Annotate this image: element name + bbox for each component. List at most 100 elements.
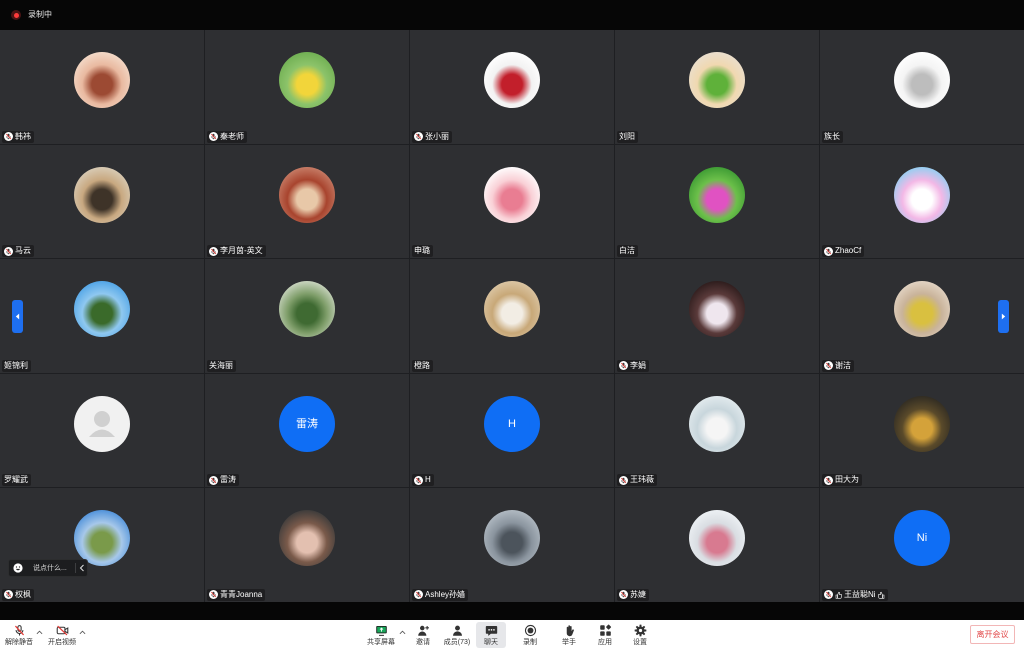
video-options-button[interactable]	[79, 630, 86, 635]
participant-name-label: Ashley孙嫱	[412, 588, 469, 601]
recording-indicator-icon	[11, 10, 21, 20]
participant-avatar	[689, 395, 745, 452]
thumbs-up-icon	[877, 591, 885, 599]
participant-tile[interactable]: 申璐	[410, 144, 614, 259]
raise-hand-button[interactable]: 举手	[552, 621, 586, 648]
participant-tile[interactable]: ZhaoCf	[820, 144, 1024, 259]
participant-tile[interactable]: 王玮薇	[615, 373, 819, 488]
participant-tile[interactable]: Ashley孙嫱	[410, 488, 614, 602]
chevron-up-icon	[36, 630, 43, 635]
record-button[interactable]: 录制	[513, 621, 547, 648]
participant-name: 族长	[824, 131, 840, 141]
participant-name: 田大为	[835, 475, 859, 485]
participant-tile[interactable]: 橙路	[410, 259, 614, 373]
participant-name: 罗耀武	[4, 475, 28, 485]
emoji-icon[interactable]	[13, 563, 23, 573]
participant-avatar: H	[484, 395, 540, 452]
participant-tile[interactable]: 雷涛 雷涛	[205, 373, 409, 488]
participant-avatar: 雷涛	[279, 395, 335, 452]
participant-tile[interactable]: 韩祎	[0, 30, 204, 144]
mic-muted-icon	[414, 590, 423, 600]
members-button[interactable]: 成员(73)	[440, 621, 474, 648]
mic-muted-icon	[414, 132, 423, 142]
participant-name-label: H	[412, 474, 434, 487]
record-label: 录制	[523, 639, 537, 646]
participant-avatar	[279, 281, 335, 338]
collapse-chevron-icon[interactable]	[79, 564, 85, 572]
settings-button[interactable]: 设置	[623, 621, 657, 648]
participant-tile[interactable]: 罗耀武	[0, 373, 204, 488]
participant-name: ZhaoCf	[835, 246, 862, 256]
unmute-button[interactable]: 解除静音	[2, 621, 36, 648]
audio-options-button[interactable]	[36, 630, 43, 635]
participant-tile[interactable]: 族长	[820, 30, 1024, 144]
participant-tile[interactable]: 李月茵-英文	[205, 144, 409, 259]
video-grid: 韩祎 秦老师 张小丽 刘阳 族长 马云 李月茵-英文 申璐 白洁 ZhaoCf …	[0, 30, 1024, 602]
mic-muted-icon	[4, 590, 13, 600]
participant-name: 张小丽	[425, 131, 449, 141]
start-video-button[interactable]: 开启视频	[45, 621, 79, 648]
participant-tile[interactable]: 苏婕	[615, 488, 819, 602]
participant-name: 姬锦利	[4, 360, 28, 370]
participant-name: 关海丽	[209, 360, 233, 370]
participant-tile[interactable]: 张小丽	[410, 30, 614, 144]
participant-tile[interactable]: 关海丽	[205, 259, 409, 373]
participant-tile[interactable]: 权枫	[0, 488, 204, 602]
invite-button[interactable]: 邀请	[406, 621, 440, 648]
participant-avatar	[279, 52, 335, 108]
prev-page-button[interactable]	[12, 300, 23, 333]
share-screen-button[interactable]: 共享屏幕	[364, 621, 398, 648]
participant-tile[interactable]: 谢洁	[820, 259, 1024, 373]
participant-name-label: 白洁	[617, 245, 638, 258]
chevron-left-icon	[15, 313, 20, 320]
participant-tile[interactable]: Ni 王益聪Ni	[820, 488, 1024, 602]
participant-tile[interactable]: 田大为	[820, 373, 1024, 488]
settings-label: 设置	[633, 639, 647, 646]
participant-tile[interactable]: 李娟	[615, 259, 819, 373]
chat-button[interactable]: 聊天	[476, 622, 506, 648]
participant-tile[interactable]: 刘阳	[615, 30, 819, 144]
participant-name-label: 谢洁	[822, 359, 854, 372]
participant-name: 苏婕	[630, 589, 646, 599]
members-icon	[452, 625, 462, 636]
participant-tile[interactable]: H H	[410, 373, 614, 488]
settings-icon	[634, 624, 646, 637]
participant-avatar	[74, 395, 130, 452]
leave-meeting-button[interactable]: 离开会议	[970, 625, 1015, 644]
apps-button[interactable]: 应用	[588, 621, 622, 648]
participant-avatar	[74, 52, 130, 108]
next-page-button[interactable]	[998, 300, 1009, 333]
invite-icon	[417, 625, 429, 636]
chat-placeholder[interactable]: 说点什么...	[33, 564, 67, 573]
participant-tile[interactable]: 白洁	[615, 144, 819, 259]
participant-name: 韩祎	[15, 131, 31, 141]
raise-hand-label: 举手	[562, 639, 576, 646]
participant-avatar	[484, 510, 540, 567]
share-screen-label: 共享屏幕	[367, 639, 395, 646]
share-options-button[interactable]	[399, 630, 406, 635]
meeting-toolbar: 解除静音 开启视频 共享屏幕 邀请 成员(73) 聊天 录制 举手 应用 设置 …	[0, 620, 1024, 649]
participant-tile[interactable]: 姬锦利	[0, 259, 204, 373]
participant-name-label: 张小丽	[412, 130, 452, 143]
participant-name-label: 橙路	[412, 359, 433, 372]
participant-tile[interactable]: 秦老师	[205, 30, 409, 144]
participant-avatar	[279, 510, 335, 567]
participant-name: 白洁	[619, 246, 635, 256]
mic-muted-icon	[209, 246, 218, 256]
record-icon	[524, 624, 536, 637]
participant-name-label: 关海丽	[207, 359, 236, 372]
participant-name-label: 王益聪Ni	[822, 588, 888, 601]
mic-muted-icon	[209, 475, 218, 485]
recording-dot	[13, 12, 19, 18]
video-off-icon	[56, 625, 68, 636]
chat-quick-input[interactable]: 说点什么...	[8, 559, 88, 577]
participant-name: 王益聪Ni	[844, 589, 876, 599]
participant-tile[interactable]: 青青Joanna	[205, 488, 409, 602]
participant-tile[interactable]: 马云	[0, 144, 204, 259]
participant-name-label: 雷涛	[207, 474, 239, 487]
participant-name: 王玮薇	[630, 475, 654, 485]
top-bar: 录制中	[0, 0, 1024, 30]
mic-muted-icon	[209, 132, 218, 142]
participant-name-label: 李娟	[617, 359, 649, 372]
participant-name-label: 申璐	[412, 245, 433, 258]
